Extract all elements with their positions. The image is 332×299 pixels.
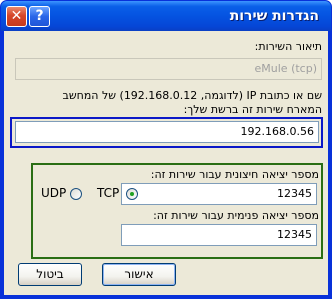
external-port-input[interactable]: 12345 (121, 183, 317, 205)
cancel-button[interactable]: ביטול (18, 263, 82, 286)
host-ip-input[interactable]: 192.168.0.56 (15, 121, 319, 143)
description-field: eMule (tcp) (15, 58, 322, 80)
host-label-line2: המארח שירות זה ברשת שלך: (183, 103, 322, 116)
udp-label: UDP (41, 186, 67, 200)
close-button[interactable]: ✕ (6, 6, 27, 27)
udp-radio[interactable] (70, 188, 82, 200)
dialog-client-area: תיאור השירות: eMule (tcp) שם או כתובת IP… (4, 31, 328, 295)
external-port-label: מספר יציאה חיצונית עבור שירות זה: (150, 168, 319, 181)
title-bar: ✕ ? הגדרות שירות (1, 1, 331, 31)
window-title: הגדרות שירות (229, 8, 319, 24)
tcp-label: TCP (97, 186, 120, 200)
help-button[interactable]: ? (29, 6, 50, 27)
help-icon: ? (35, 8, 44, 24)
close-icon: ✕ (10, 8, 23, 24)
service-settings-dialog: ✕ ? הגדרות שירות תיאור השירות: eMule (tc… (0, 0, 332, 299)
host-label-line1: שם או כתובת IP (לדוגמה, 192.168.0.12) של… (62, 89, 322, 102)
ok-button[interactable]: אישור (102, 263, 176, 286)
internal-port-input[interactable]: 12345 (121, 224, 317, 246)
description-label: תיאור השירות: (254, 40, 322, 53)
internal-port-label: מספר יציאה פנימית עבור שירות זה: (153, 209, 319, 222)
tcp-radio[interactable] (126, 188, 138, 200)
